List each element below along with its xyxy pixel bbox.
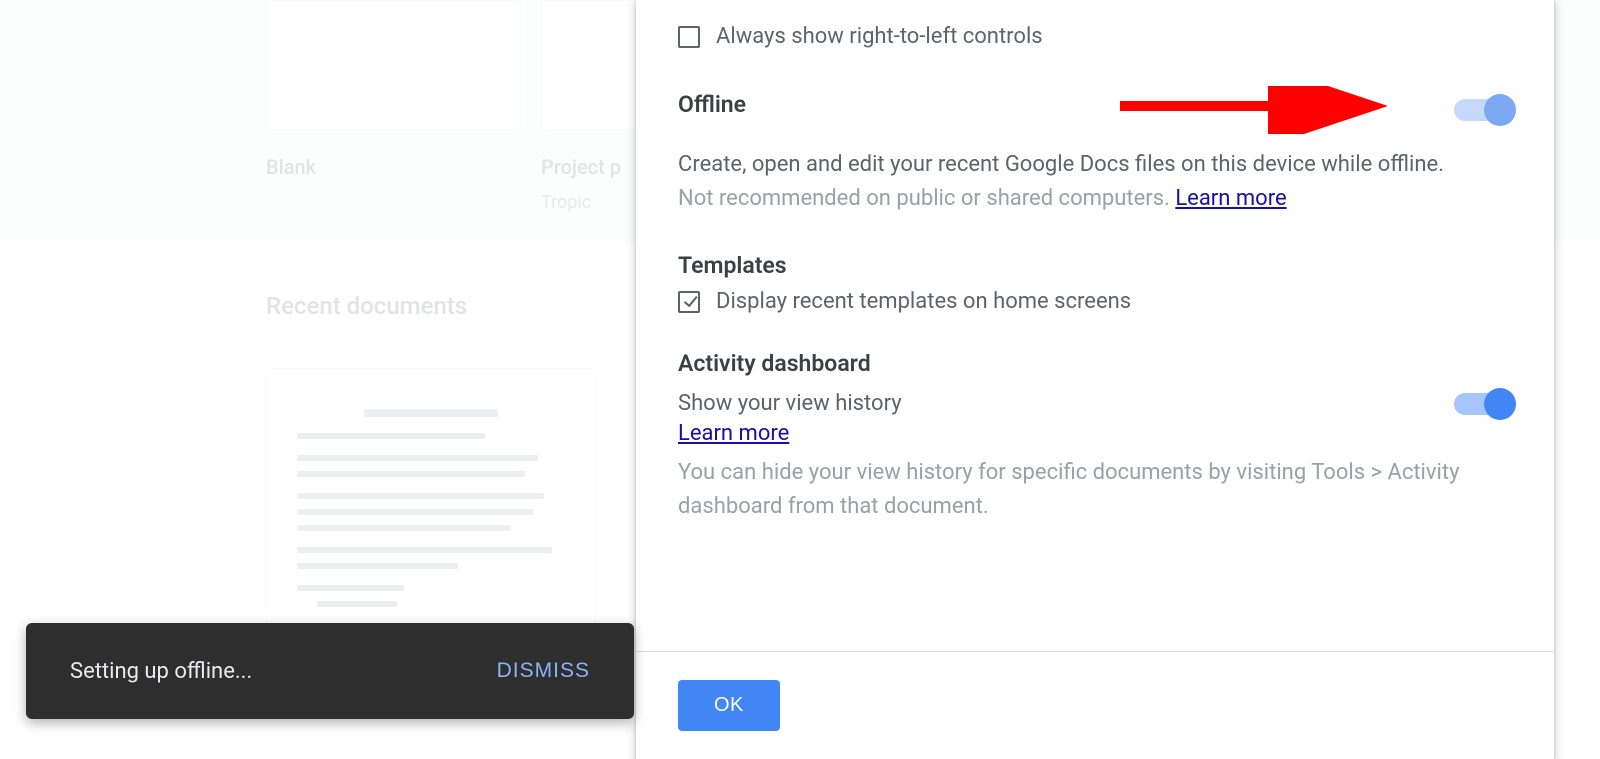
templates-checkbox[interactable]: [678, 291, 700, 313]
templates-heading: Templates: [678, 252, 1512, 279]
dialog-footer: OK: [636, 651, 1554, 759]
offline-toggle[interactable]: [1454, 99, 1512, 121]
settings-dialog: Always show right-to-left controls Offli…: [636, 0, 1554, 759]
ok-button[interactable]: OK: [678, 680, 780, 731]
activity-label: Show your view history: [678, 387, 902, 421]
offline-description: Create, open and edit your recent Google…: [678, 148, 1512, 182]
activity-hint: You can hide your view history for speci…: [678, 456, 1512, 524]
activity-toggle[interactable]: [1454, 393, 1512, 415]
offline-learn-more-link[interactable]: Learn more: [1175, 186, 1286, 211]
toast-notification: Setting up offline... DISMISS: [26, 623, 634, 719]
templates-label: Display recent templates on home screens: [716, 289, 1131, 314]
toast-message: Setting up offline...: [70, 659, 252, 684]
activity-dashboard-section: Activity dashboard Show your view histor…: [678, 350, 1512, 524]
offline-section: Offline Create, open and edit your recen…: [678, 91, 1512, 216]
activity-heading: Activity dashboard: [678, 350, 1512, 377]
offline-hint-text: Not recommended on public or shared comp…: [678, 186, 1175, 211]
offline-hint: Not recommended on public or shared comp…: [678, 182, 1512, 216]
rtl-controls-row[interactable]: Always show right-to-left controls: [678, 24, 1512, 49]
templates-section: Templates Display recent templates on ho…: [678, 252, 1512, 314]
offline-heading: Offline: [678, 91, 746, 118]
toast-dismiss-button[interactable]: DISMISS: [497, 659, 590, 683]
activity-learn-more-link[interactable]: Learn more: [678, 421, 789, 446]
rtl-label: Always show right-to-left controls: [716, 24, 1043, 49]
templates-checkbox-row[interactable]: Display recent templates on home screens: [678, 289, 1512, 314]
rtl-checkbox[interactable]: [678, 26, 700, 48]
